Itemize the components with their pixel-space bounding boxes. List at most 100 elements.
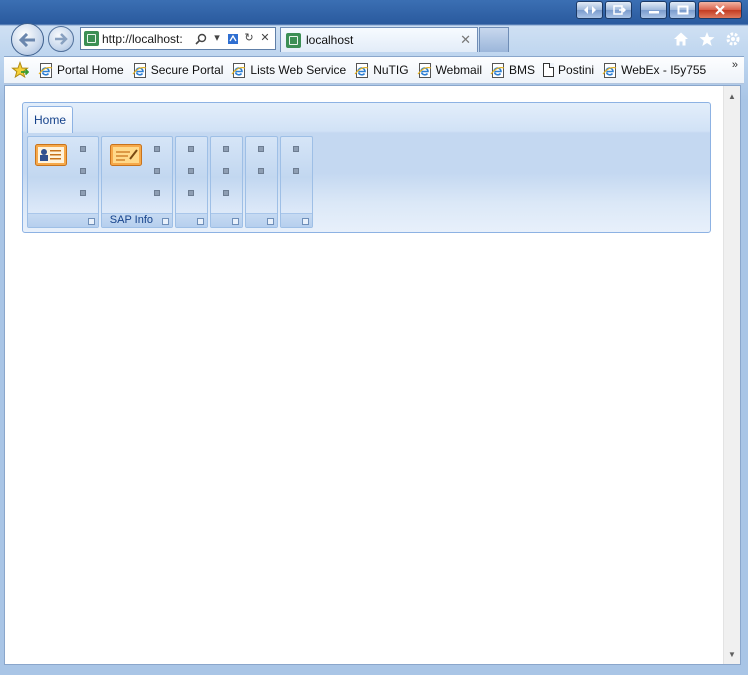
dialog-launcher-icon[interactable]: [267, 218, 274, 225]
ribbon-group-footer: SAP Info: [102, 213, 172, 227]
maximize-button[interactable]: [669, 1, 696, 19]
ie-page-icon: [132, 62, 146, 78]
forward-button[interactable]: [48, 26, 74, 52]
browser-tool-icons: [672, 30, 742, 48]
exit-button[interactable]: [605, 1, 632, 19]
back-icon: [18, 32, 35, 47]
dialog-launcher-icon[interactable]: [197, 218, 204, 225]
tab-close-icon[interactable]: ✕: [460, 32, 471, 48]
ribbon-group-footer: [211, 213, 242, 227]
ribbon-group-footer: [176, 213, 207, 227]
group-item-marker[interactable]: [154, 146, 160, 152]
new-tab-button[interactable]: [479, 27, 509, 52]
group-item-marker[interactable]: [223, 146, 229, 152]
favorites-overflow-chevron-icon[interactable]: »: [732, 59, 738, 71]
ribbon-group-5: [245, 136, 278, 228]
tools-icon[interactable]: [724, 30, 742, 48]
ie-page-icon: [354, 62, 369, 78]
ribbon-group-footer: [281, 213, 312, 227]
ribbon-group-sap-info: SAP Info: [101, 136, 173, 228]
ribbon-group-6: [280, 136, 313, 228]
restore-arrows-button[interactable]: [576, 1, 603, 19]
dialog-launcher-icon[interactable]: [232, 218, 239, 225]
ribbon: Home SAP Info: [22, 102, 711, 233]
group-item-marker[interactable]: [80, 190, 86, 196]
favorites-item-label: NuTIG: [373, 63, 409, 77]
ribbon-group-footer: [28, 213, 98, 227]
group-item-marker[interactable]: [188, 146, 194, 152]
favorites-item-label: Portal Home: [57, 63, 124, 77]
expand-arrows-icon: [583, 6, 596, 14]
address-bar[interactable]: http://localhost: ▾ ↻ ✕: [80, 27, 276, 50]
group-item-marker[interactable]: [80, 168, 86, 174]
stop-icon[interactable]: ✕: [259, 33, 271, 45]
dropdown-icon[interactable]: ▾: [211, 33, 223, 45]
vertical-scrollbar[interactable]: ▲ ▼: [723, 86, 740, 664]
address-url[interactable]: http://localhost:: [102, 32, 188, 46]
exit-icon: [612, 5, 626, 15]
contact-card-icon[interactable]: [35, 144, 67, 166]
favorites-item[interactable]: NuTIG: [354, 62, 409, 78]
page-viewport: Home SAP Info ▲ ▼: [4, 85, 741, 665]
ribbon-tab-bar: Home: [23, 103, 710, 133]
ribbon-group-caption: SAP Info: [109, 214, 153, 226]
group-item-marker[interactable]: [188, 190, 194, 196]
ribbon-tab-home[interactable]: Home: [27, 106, 74, 133]
ribbon-group-4: [210, 136, 243, 228]
minimize-button[interactable]: [640, 1, 667, 19]
favorites-item[interactable]: Webmail: [417, 62, 483, 78]
back-button[interactable]: [11, 23, 44, 56]
scroll-down-arrow-icon[interactable]: ▼: [724, 646, 740, 662]
blank-page-icon: [543, 63, 555, 77]
group-item-marker[interactable]: [154, 168, 160, 174]
group-item-marker[interactable]: [154, 190, 160, 196]
favorites-item[interactable]: Portal Home: [38, 62, 124, 78]
ribbon-group-footer: [246, 213, 277, 227]
ie-page-icon: [417, 62, 431, 78]
favorites-item-label: BMS: [509, 63, 536, 77]
group-item-marker[interactable]: [258, 146, 264, 152]
close-window-button[interactable]: [698, 1, 742, 19]
close-icon: [715, 5, 725, 15]
notepad-icon[interactable]: [110, 144, 142, 166]
favorites-icon[interactable]: [698, 30, 716, 48]
ie-page-icon: [231, 62, 246, 78]
group-item-marker[interactable]: [293, 168, 299, 174]
browser-window: http://localhost: ▾ ↻ ✕ localhost ✕ Port…: [0, 0, 748, 675]
home-icon[interactable]: [672, 30, 690, 48]
favorites-item[interactable]: BMS: [490, 62, 536, 78]
ribbon-group-contacts: [27, 136, 99, 228]
dialog-launcher-icon[interactable]: [88, 218, 95, 225]
favorites-item-label: Webmail: [435, 63, 483, 77]
favorites-item[interactable]: Lists Web Service: [231, 62, 347, 78]
group-item-marker[interactable]: [293, 146, 299, 152]
favorites-item[interactable]: Postini: [543, 63, 594, 77]
site-favicon-icon: [84, 31, 99, 46]
dialog-launcher-icon[interactable]: [302, 218, 309, 225]
favorites-item[interactable]: Secure Portal: [132, 62, 224, 78]
favorites-item[interactable]: WebEx - I5y755: [602, 62, 707, 78]
ie-page-icon: [38, 62, 53, 78]
group-item-marker[interactable]: [223, 168, 229, 174]
ie-page-icon: [490, 62, 505, 78]
forward-icon: [55, 33, 68, 45]
favorites-item-label: Postini: [558, 63, 595, 77]
add-favorites-star-icon[interactable]: [10, 60, 30, 80]
group-item-marker[interactable]: [80, 146, 86, 152]
group-item-marker[interactable]: [188, 168, 194, 174]
search-icon[interactable]: [195, 33, 207, 45]
compatibility-icon[interactable]: [227, 33, 239, 45]
favorites-item-label: Secure Portal: [150, 63, 224, 77]
favorites-bar: Portal Home Secure Portal Lists Web Servic…: [4, 56, 744, 84]
maximize-icon: [677, 5, 688, 15]
browser-tab[interactable]: localhost ✕: [280, 27, 478, 52]
group-item-marker[interactable]: [223, 190, 229, 196]
group-item-marker[interactable]: [258, 168, 264, 174]
favorites-item-label: Lists Web Service: [250, 63, 347, 77]
window-caption-buttons: [576, 1, 742, 19]
refresh-icon[interactable]: ↻: [243, 33, 255, 45]
ribbon-group-3: [175, 136, 208, 228]
favorites-item-label: WebEx - I5y755: [621, 63, 707, 77]
scroll-up-arrow-icon[interactable]: ▲: [724, 88, 740, 104]
dialog-launcher-icon[interactable]: [162, 218, 169, 225]
